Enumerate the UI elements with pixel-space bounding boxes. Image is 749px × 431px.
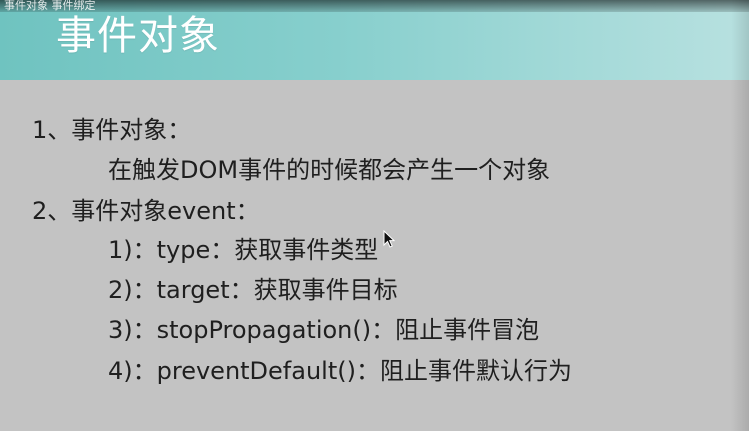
slide-line-4: 1)：type：获取事件类型 xyxy=(108,236,379,264)
slide-line-1: 1、事件对象： xyxy=(32,116,192,144)
right-edge-shadow xyxy=(731,0,749,431)
slide-line-2: 在触发DOM事件的时候都会产生一个对象 xyxy=(108,156,551,184)
slide-line-6: 3)：stopPropagation()：阻止事件冒泡 xyxy=(108,316,540,344)
slide-header: 事件对象 事件绑定 事件对象 xyxy=(0,0,749,80)
slide-line-3: 2、事件对象event： xyxy=(32,197,260,225)
mouse-pointer-icon xyxy=(383,230,395,248)
slide-line-7: 4)：preventDefault()：阻止事件默认行为 xyxy=(108,357,572,385)
slide-title: 事件对象 xyxy=(56,13,220,59)
slide-content: 1、事件对象： 在触发DOM事件的时候都会产生一个对象 2、事件对象event：… xyxy=(0,80,749,431)
video-frame: 事件对象 事件绑定 事件对象 1、事件对象： 在触发DOM事件的时候都会产生一个… xyxy=(0,0,749,431)
slide-line-5: 2)：target：获取事件目标 xyxy=(108,276,398,304)
